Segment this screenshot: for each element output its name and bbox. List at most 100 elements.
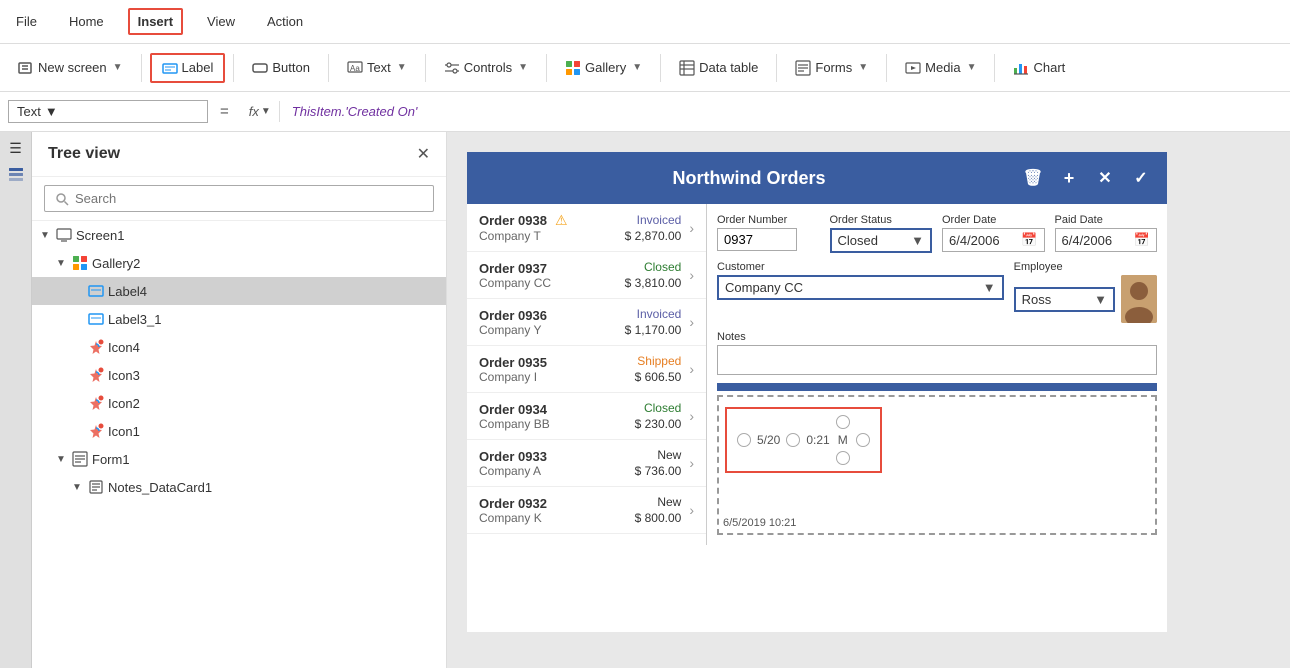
customer-value: Company CC bbox=[725, 280, 803, 295]
customer-select[interactable]: Company CC ▼ bbox=[717, 275, 1004, 300]
sidebar-item-notes-datacard1[interactable]: ▼ Notes_DataCard1 bbox=[32, 473, 446, 501]
new-screen-button[interactable]: New screen ▼ bbox=[8, 55, 133, 81]
text-button[interactable]: Aa Text ▼ bbox=[337, 55, 417, 81]
list-item[interactable]: Order 0934 Company BB Closed $ 230.00 › bbox=[467, 393, 706, 440]
order-status-label: Order Status bbox=[830, 214, 933, 226]
list-item-info: Order 0937 Company CC bbox=[479, 261, 625, 290]
list-item[interactable]: Order 0937 Company CC Closed $ 3,810.00 … bbox=[467, 252, 706, 299]
order-id: Order 0934 bbox=[479, 402, 635, 417]
employee-arrow: ▼ bbox=[1094, 292, 1107, 307]
screen1-chevron: ▼ bbox=[40, 230, 52, 241]
separator-6 bbox=[660, 54, 661, 82]
label-button[interactable]: Label bbox=[150, 53, 226, 83]
sidebar-item-label4[interactable]: ▶ Label4 bbox=[32, 277, 446, 305]
list-item-chevron: › bbox=[689, 361, 694, 377]
order-list: Order 0938 ⚠ Company T Invoiced $ 2,870.… bbox=[467, 204, 707, 545]
order-date-value: 6/4/2006 bbox=[949, 233, 1021, 248]
paid-date-value: 6/4/2006 bbox=[1062, 233, 1134, 248]
label4-icon bbox=[88, 283, 104, 299]
sidebar-item-icon2[interactable]: ▶ Icon2 bbox=[32, 389, 446, 417]
order-status: Invoiced bbox=[625, 307, 682, 321]
search-input[interactable] bbox=[75, 191, 423, 206]
menu-home[interactable]: Home bbox=[61, 10, 112, 33]
controls-chevron: ▼ bbox=[518, 62, 528, 73]
sidebar-item-label3-1[interactable]: ▶ Label3_1 bbox=[32, 305, 446, 333]
button-label: Button bbox=[272, 60, 310, 75]
sidebar-item-icon3[interactable]: ▶ Icon3 bbox=[32, 361, 446, 389]
sidebar-header: Tree view ✕ bbox=[32, 132, 446, 177]
sidebar-item-gallery2[interactable]: ▼ Gallery2 bbox=[32, 249, 446, 277]
order-price: $ 2,870.00 bbox=[625, 229, 682, 243]
gallery-label: Gallery bbox=[585, 60, 626, 75]
order-date-calendar-icon[interactable]: 📅 bbox=[1021, 232, 1037, 248]
list-item[interactable]: Order 0932 Company K New $ 800.00 › bbox=[467, 487, 706, 534]
chart-icon bbox=[1013, 60, 1029, 76]
notes-input[interactable] bbox=[717, 345, 1157, 375]
formula-input[interactable] bbox=[284, 104, 1282, 119]
list-item[interactable]: Order 0935 Company I Shipped $ 606.50 › bbox=[467, 346, 706, 393]
menu-view[interactable]: View bbox=[199, 10, 243, 33]
chart-button[interactable]: Chart bbox=[1003, 55, 1075, 81]
separator-2 bbox=[233, 54, 234, 82]
data-table-button[interactable]: Data table bbox=[669, 55, 768, 81]
media-button[interactable]: Media ▼ bbox=[895, 55, 986, 81]
add-icon[interactable]: + bbox=[1055, 164, 1083, 192]
sidebar-item-icon1[interactable]: ▶ Icon1 bbox=[32, 417, 446, 445]
icon4-tree-icon bbox=[88, 339, 104, 355]
close-icon[interactable]: ✕ bbox=[1091, 164, 1119, 192]
employee-select[interactable]: Ross ▼ bbox=[1014, 287, 1115, 312]
list-item[interactable]: Order 0933 Company A New $ 736.00 › bbox=[467, 440, 706, 487]
paid-date-calendar-icon[interactable]: 📅 bbox=[1134, 232, 1150, 248]
gallery-button[interactable]: Gallery ▼ bbox=[555, 55, 652, 81]
panel-layers-icon[interactable] bbox=[7, 165, 25, 186]
menu-file[interactable]: File bbox=[8, 10, 45, 33]
label-label: Label bbox=[182, 60, 214, 75]
panel-hamburger-icon[interactable]: ☰ bbox=[9, 140, 22, 157]
paid-date-label: Paid Date bbox=[1055, 214, 1158, 226]
created-on-text-m: M bbox=[838, 433, 848, 447]
created-on-area: 5/20 0:21 M 6/5/2019 10:21 bbox=[717, 395, 1157, 535]
notes-group: Notes bbox=[717, 331, 1157, 383]
formula-fx-area: fx ▼ bbox=[241, 101, 280, 122]
order-id: Order 0935 bbox=[479, 355, 635, 370]
menu-action[interactable]: Action bbox=[259, 10, 311, 33]
forms-button[interactable]: Forms ▼ bbox=[785, 55, 878, 81]
order-number-input[interactable] bbox=[717, 228, 797, 251]
order-company: Company A bbox=[479, 464, 635, 478]
svg-text:Aa: Aa bbox=[350, 64, 360, 73]
formula-bar: Text ▼ = fx ▼ bbox=[0, 92, 1290, 132]
created-on-selected-label[interactable]: 5/20 0:21 M bbox=[725, 407, 882, 473]
sidebar-item-form1[interactable]: ▼ Form1 bbox=[32, 445, 446, 473]
icon1-tree-icon bbox=[88, 423, 104, 439]
notes-datacard1-icon bbox=[88, 479, 104, 495]
controls-button[interactable]: Controls ▼ bbox=[434, 55, 538, 81]
order-status: New bbox=[635, 448, 682, 462]
menu-insert[interactable]: Insert bbox=[128, 8, 183, 35]
handle-mid bbox=[786, 433, 800, 447]
order-price: $ 606.50 bbox=[635, 370, 682, 384]
button-button[interactable]: Button bbox=[242, 55, 320, 81]
order-id: Order 0936 bbox=[479, 308, 625, 323]
confirm-icon[interactable]: ✓ bbox=[1127, 164, 1155, 192]
formula-fx-label: fx bbox=[249, 104, 259, 119]
sidebar-title: Tree view bbox=[48, 145, 120, 163]
separator-8 bbox=[886, 54, 887, 82]
order-price: $ 800.00 bbox=[635, 511, 682, 525]
sidebar-item-screen1[interactable]: ▼ Screen1 bbox=[32, 221, 446, 249]
list-item[interactable]: Order 0936 Company Y Invoiced $ 1,170.00… bbox=[467, 299, 706, 346]
sidebar-close-button[interactable]: ✕ bbox=[417, 144, 430, 164]
notes-datacard1-label: Notes_DataCard1 bbox=[108, 480, 212, 495]
sidebar-item-icon4[interactable]: ▶ Icon4 bbox=[32, 333, 446, 361]
formula-dropdown[interactable]: Text ▼ bbox=[8, 100, 208, 123]
order-status-select[interactable]: Closed ▼ bbox=[830, 228, 933, 253]
delete-icon[interactable]: 🗑 bbox=[1019, 164, 1047, 192]
icon3-tree-icon bbox=[88, 367, 104, 383]
search-box[interactable] bbox=[44, 185, 434, 212]
app-header: Northwind Orders 🗑 + ✕ ✓ bbox=[467, 152, 1167, 204]
form1-label: Form1 bbox=[92, 452, 130, 467]
list-item-info: Order 0932 Company K bbox=[479, 496, 635, 525]
list-item[interactable]: Order 0938 ⚠ Company T Invoiced $ 2,870.… bbox=[467, 204, 706, 252]
menu-bar: File Home Insert View Action bbox=[0, 0, 1290, 44]
order-price: $ 3,810.00 bbox=[625, 276, 682, 290]
employee-group: Employee Ross ▼ bbox=[1014, 261, 1157, 323]
